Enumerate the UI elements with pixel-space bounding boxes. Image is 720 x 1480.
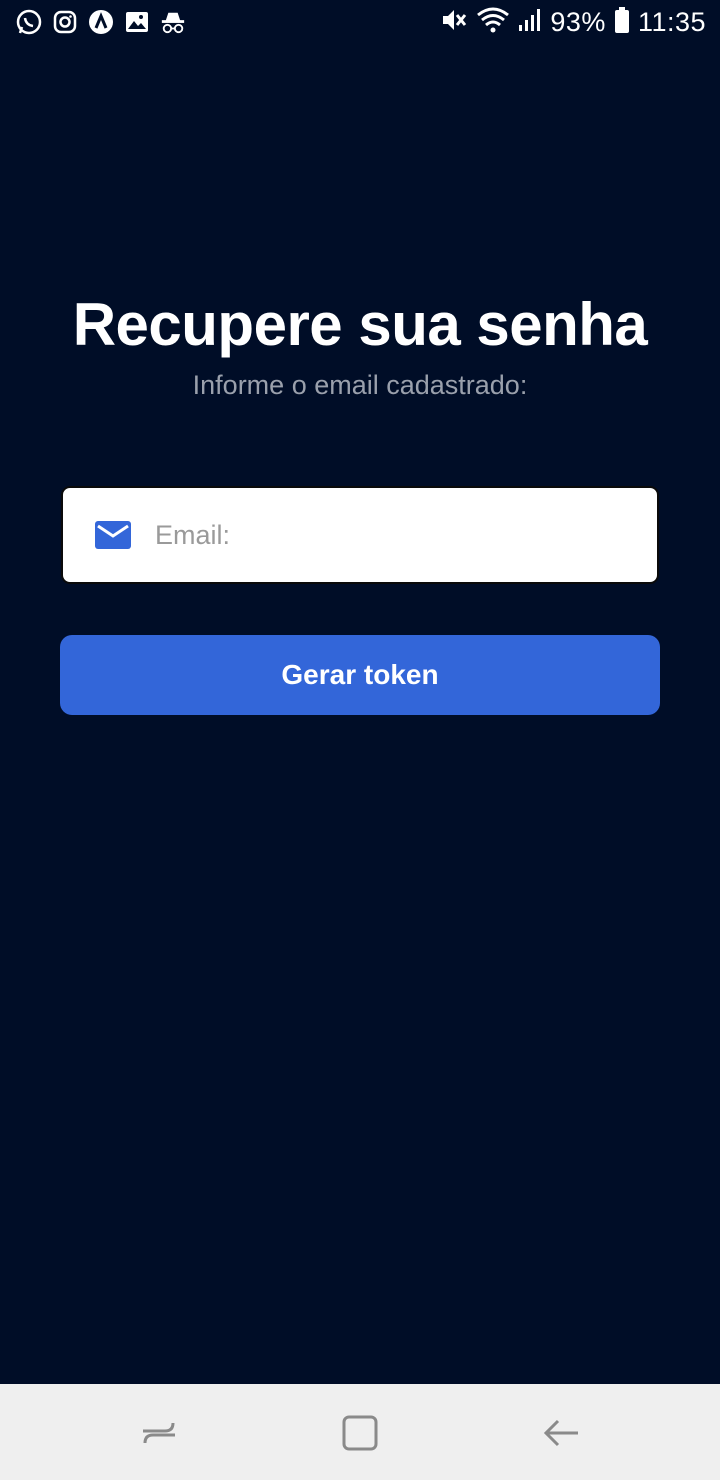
email-input[interactable] [153, 504, 617, 566]
incognito-icon [160, 9, 186, 35]
mail-icon [95, 521, 131, 549]
battery-percent: 93% [550, 7, 606, 37]
system-status: 93% 11:35 [440, 6, 706, 39]
whatsapp-icon [16, 9, 42, 35]
app-a-icon [88, 9, 114, 35]
email-field-container[interactable] [61, 486, 659, 584]
page-title: Recupere sua senha [72, 291, 648, 358]
signal-icon [518, 7, 542, 38]
clock: 11:35 [637, 7, 706, 37]
generate-token-button[interactable]: Gerar token [60, 635, 660, 715]
back-icon[interactable] [537, 1408, 587, 1458]
image-icon [124, 9, 150, 35]
page-subtitle: Informe o email cadastrado: [192, 370, 528, 400]
recents-icon[interactable] [134, 1408, 184, 1458]
battery-icon [614, 6, 630, 39]
mute-icon [440, 6, 468, 39]
wifi-icon [476, 6, 510, 39]
home-icon[interactable] [335, 1408, 385, 1458]
status-bar: 93% 11:35 [0, 0, 720, 48]
notification-icons [16, 9, 186, 35]
navigation-bar [0, 1384, 720, 1480]
instagram-icon [52, 9, 78, 35]
